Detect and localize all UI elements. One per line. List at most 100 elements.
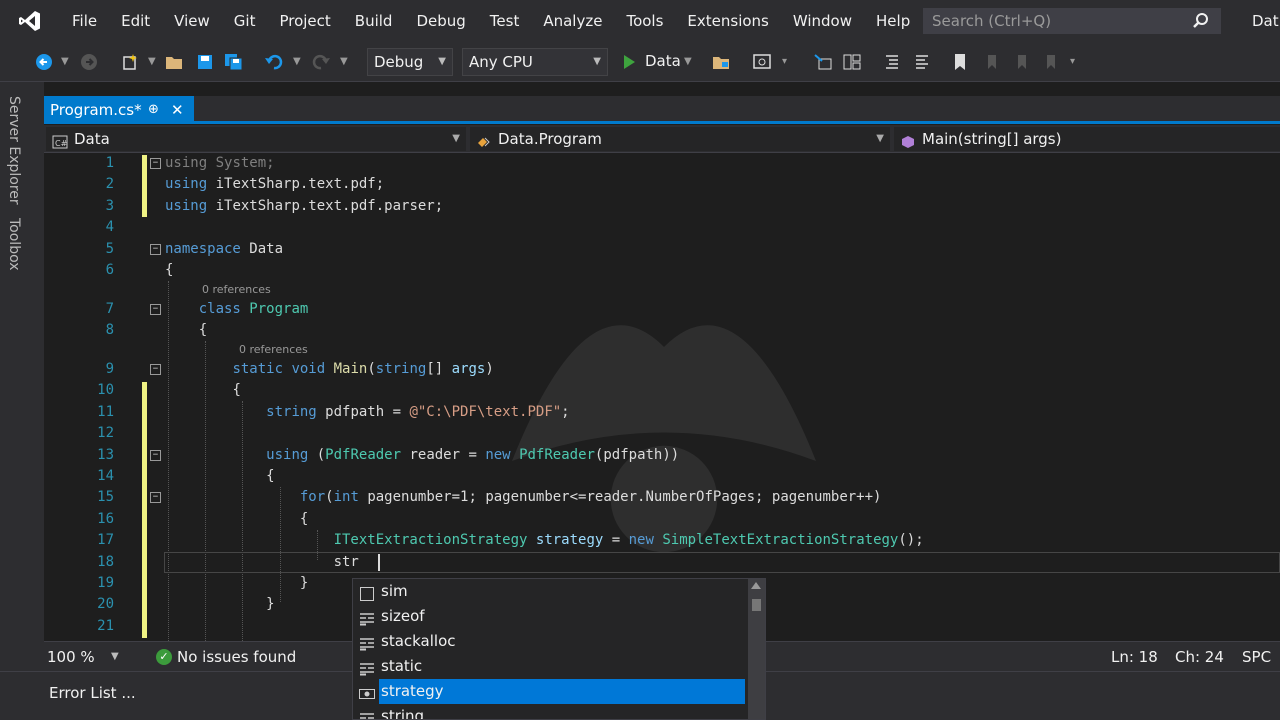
collapse-icon[interactable]: − [150, 450, 161, 461]
solution-platform-select[interactable]: Any CPU ▼ [462, 48, 608, 76]
redo-dropdown-icon[interactable]: ▼ [340, 56, 348, 67]
browser-link-icon[interactable] [752, 52, 772, 72]
next-bookmark-icon[interactable] [1012, 52, 1032, 72]
menu-window[interactable]: Window [781, 0, 864, 42]
code-line-7: class Program [198, 301, 309, 317]
member-dropdown[interactable]: Main(string[] args) [894, 127, 1280, 151]
line-number: 4 [105, 219, 114, 235]
code-line-14: { [266, 468, 275, 484]
line-number: 3 [105, 198, 114, 214]
member-name: Main(string[] args) [922, 130, 1062, 148]
scroll-thumb[interactable] [752, 599, 761, 611]
tab-program-cs[interactable]: Program.cs* ⊕ ✕ [44, 96, 194, 124]
local-variable-icon [359, 684, 375, 699]
line-number: 18 [97, 554, 114, 570]
completion-item-string[interactable]: string [353, 704, 745, 719]
collapse-icon[interactable]: − [150, 158, 161, 169]
code-line-9: static void Main(string[] args) [232, 361, 494, 377]
project-dropdown[interactable]: C# Data ▼ [46, 127, 466, 151]
collapse-icon[interactable]: − [150, 304, 161, 315]
save-all-icon[interactable] [224, 52, 244, 72]
navigate-back-icon[interactable] [34, 52, 54, 72]
line-number: 11 [97, 404, 114, 420]
clear-bookmarks-icon[interactable] [1041, 52, 1061, 72]
solution-name-label[interactable]: Dat [1252, 0, 1279, 42]
server-explorer-tab[interactable]: Server Explorer [6, 96, 22, 205]
menu-edit[interactable]: Edit [109, 0, 162, 42]
code-lens-references[interactable]: 0 references [239, 343, 308, 356]
collapse-icon[interactable]: − [150, 492, 161, 503]
search-input[interactable]: Search (Ctrl+Q) [923, 8, 1221, 34]
line-number: 8 [105, 322, 114, 338]
collapse-icon[interactable]: − [150, 364, 161, 375]
redo-icon[interactable] [311, 52, 331, 72]
check-circle-icon: ✓ [156, 649, 172, 665]
method-icon [900, 132, 916, 148]
save-icon[interactable] [195, 52, 215, 72]
new-project-icon[interactable] [120, 52, 140, 72]
visual-studio-logo-icon[interactable] [0, 0, 60, 42]
chevron-down-icon: ▼ [452, 133, 460, 144]
start-debugging-icon[interactable] [619, 52, 639, 72]
class-view-icon[interactable] [842, 52, 862, 72]
whitespace-indicator[interactable]: SPC [1242, 642, 1271, 672]
toolbox-tab[interactable]: Toolbox [6, 218, 22, 271]
menu-analyze[interactable]: Analyze [531, 0, 614, 42]
close-icon[interactable]: ✕ [171, 96, 184, 124]
change-marker [142, 155, 147, 217]
class-dropdown[interactable]: Data.Program ▼ [470, 127, 890, 151]
code-line-3: using iTextSharp.text.pdf.parser; [165, 198, 444, 214]
scroll-up-icon[interactable] [751, 582, 761, 589]
pin-icon[interactable]: ⊕ [148, 96, 159, 124]
menu-test[interactable]: Test [478, 0, 532, 42]
code-line-10: { [232, 382, 241, 398]
toolbar-options-icon[interactable]: ▾ [1070, 56, 1075, 67]
error-list-title[interactable]: Error List ... [49, 684, 136, 702]
new-dropdown-icon[interactable]: ▼ [148, 56, 156, 67]
completion-scrollbar[interactable] [748, 579, 765, 719]
open-folder-icon[interactable] [712, 52, 732, 72]
open-file-icon[interactable] [165, 52, 185, 72]
uncomment-lines-icon[interactable] [912, 52, 932, 72]
solution-configuration-select[interactable]: Debug ▼ [367, 48, 453, 76]
menu-file[interactable]: File [60, 0, 109, 42]
zoom-level[interactable]: 100 % [47, 642, 95, 672]
comment-lines-icon[interactable] [882, 52, 902, 72]
start-dropdown-icon[interactable]: ▼ [684, 56, 692, 67]
menu-view[interactable]: View [162, 0, 222, 42]
completion-item-stackalloc[interactable]: stackalloc [353, 629, 745, 654]
completion-item-static[interactable]: static [353, 654, 745, 679]
completion-item-sim[interactable]: sim [353, 579, 745, 604]
browser-dropdown-icon[interactable]: ▾ [782, 56, 787, 67]
bookmark-icon[interactable] [950, 52, 970, 72]
code-editor[interactable]: 1 2 3 4 5 6 7 8 9 10 11 12 13 14 15 16 1… [44, 153, 1280, 641]
line-indicator[interactable]: Ln: 18 [1111, 642, 1158, 672]
code-lens-references[interactable]: 0 references [202, 283, 271, 296]
step-into-icon[interactable] [813, 52, 833, 72]
code-line-18[interactable]: str [165, 552, 359, 573]
intellisense-completion-list[interactable]: sim sizeof stackalloc static strategy st… [352, 578, 766, 720]
menu-help[interactable]: Help [864, 0, 922, 42]
line-number: 21 [97, 618, 114, 634]
undo-dropdown-icon[interactable]: ▼ [293, 56, 301, 67]
undo-icon[interactable] [264, 52, 284, 72]
navigate-forward-icon[interactable] [79, 52, 99, 72]
previous-bookmark-icon[interactable] [982, 52, 1002, 72]
chevron-down-icon: ▼ [593, 56, 601, 67]
chevron-down-icon[interactable]: ▼ [111, 642, 119, 672]
search-icon[interactable] [1192, 12, 1210, 34]
collapse-icon[interactable]: − [150, 244, 161, 255]
column-indicator[interactable]: Ch: 24 [1175, 642, 1224, 672]
issues-status[interactable]: No issues found [177, 642, 296, 672]
menu-project[interactable]: Project [267, 0, 342, 42]
menu-extensions[interactable]: Extensions [675, 0, 780, 42]
code-line-16: { [299, 511, 309, 527]
start-debugging-button[interactable]: Data [645, 52, 681, 70]
menu-build[interactable]: Build [343, 0, 405, 42]
menu-debug[interactable]: Debug [404, 0, 477, 42]
back-dropdown-icon[interactable]: ▼ [61, 56, 69, 67]
completion-item-strategy[interactable]: strategy [353, 679, 745, 704]
menu-tools[interactable]: Tools [614, 0, 675, 42]
menu-git[interactable]: Git [222, 0, 268, 42]
completion-item-sizeof[interactable]: sizeof [353, 604, 745, 629]
